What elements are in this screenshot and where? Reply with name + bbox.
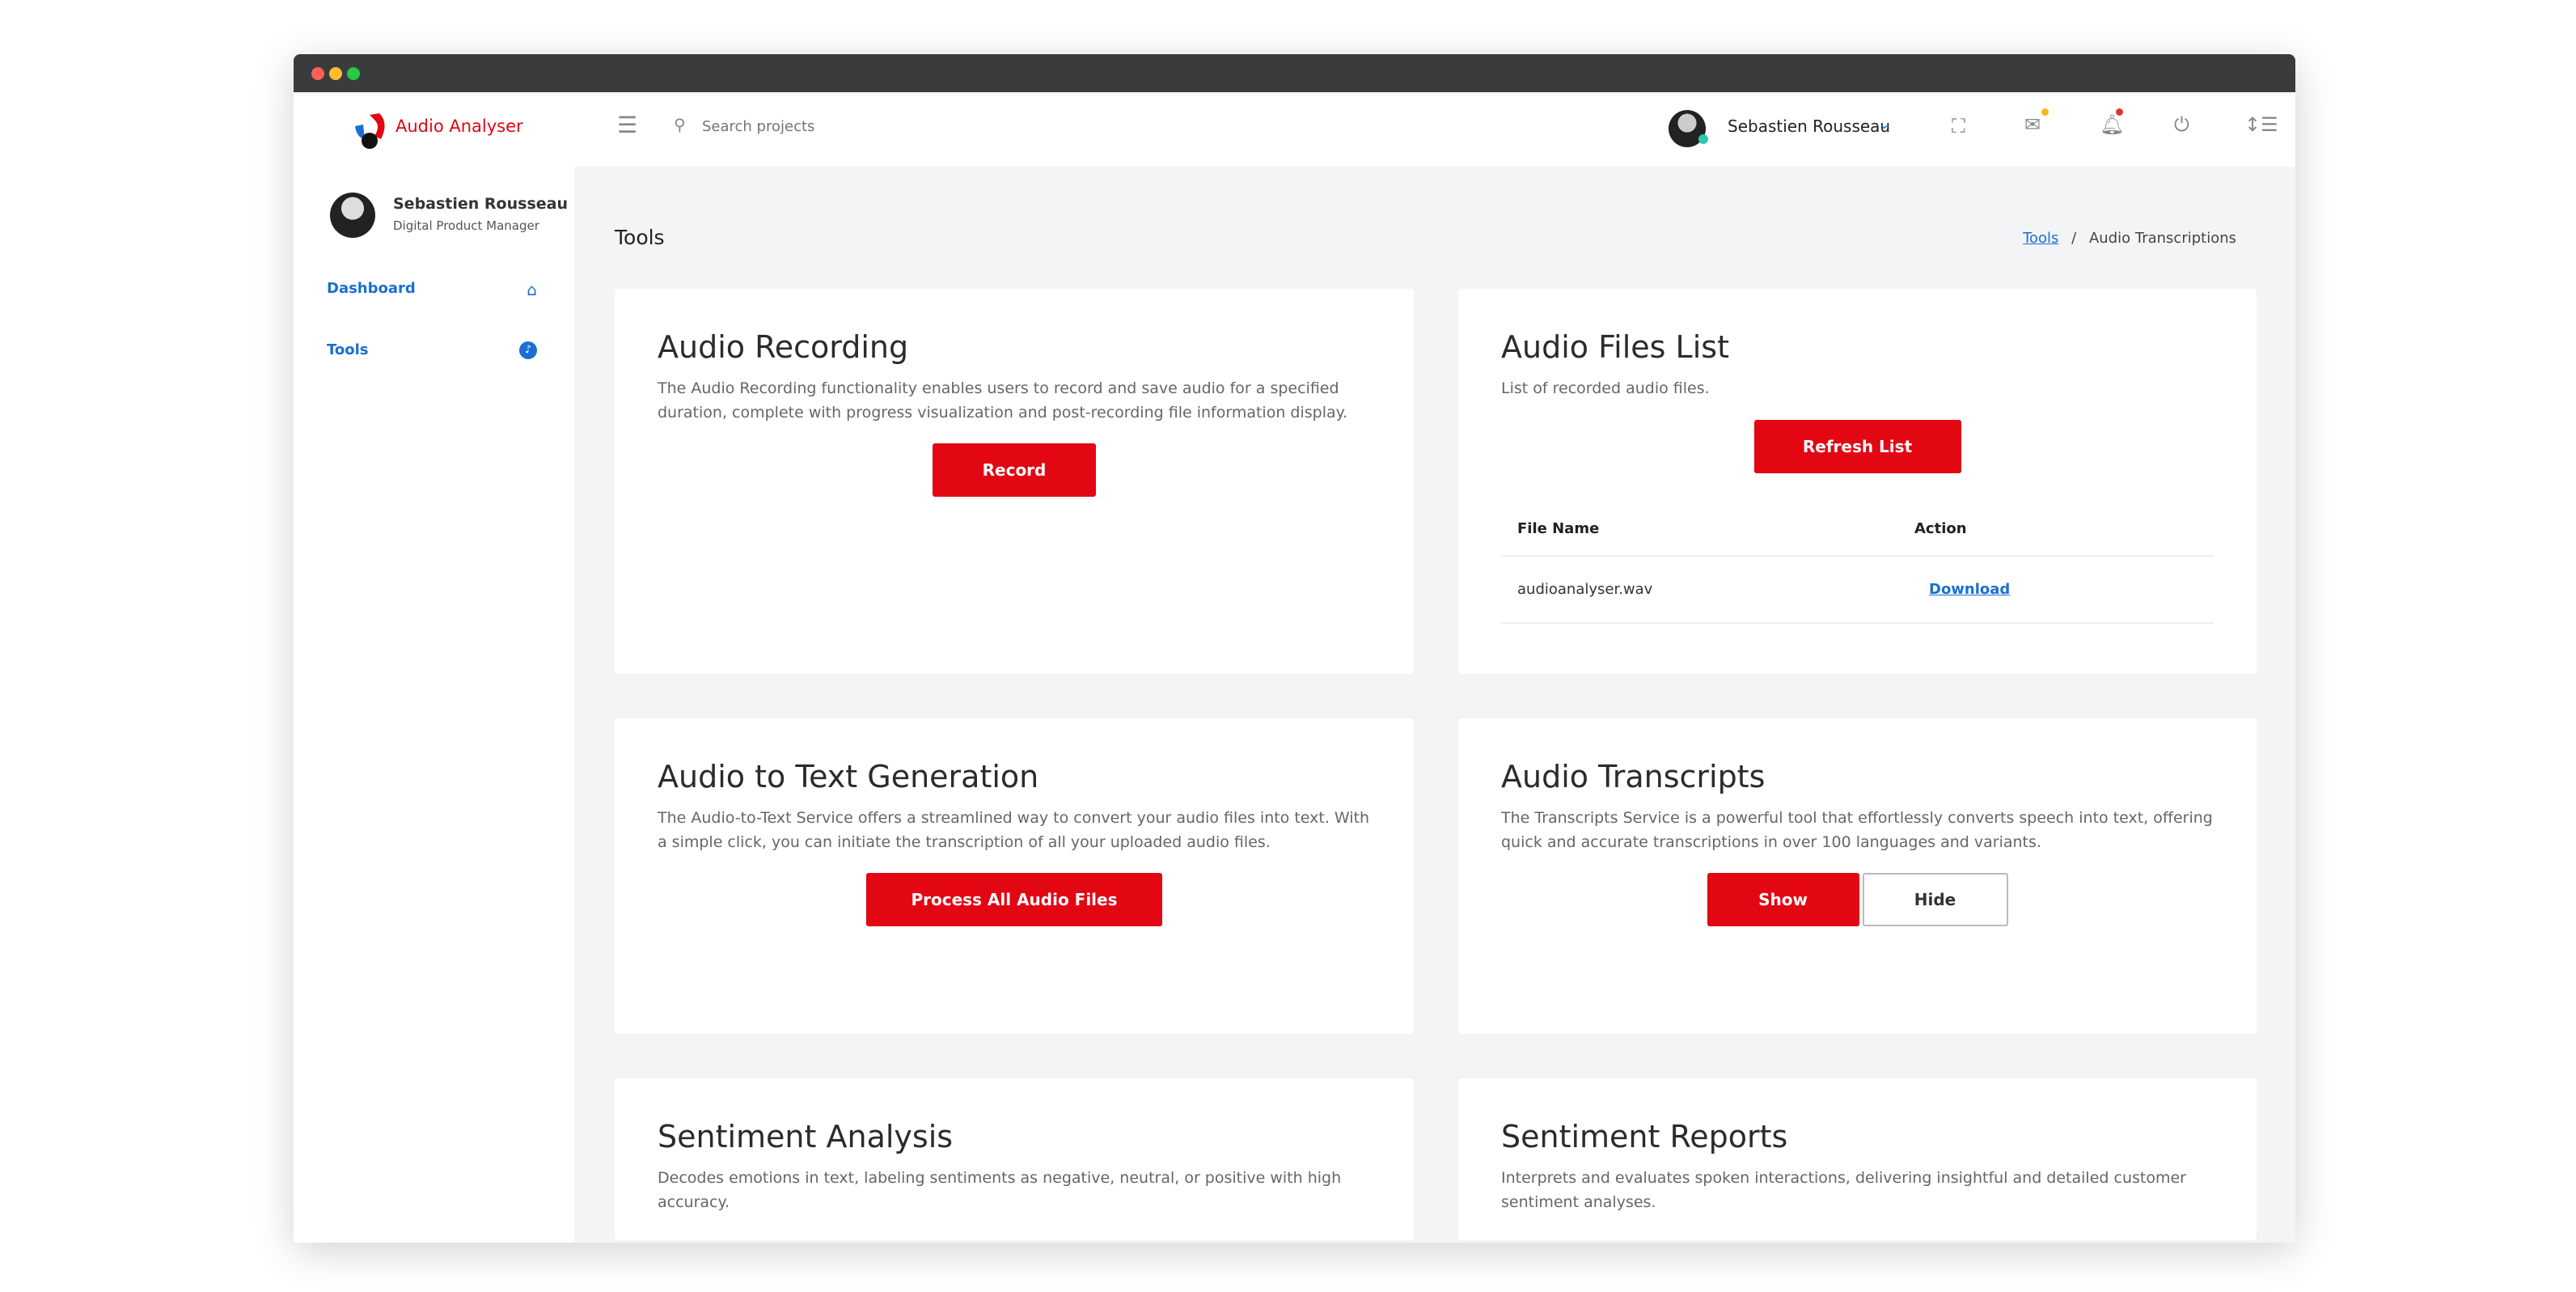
- online-status-dot: [1698, 134, 1708, 144]
- sidebar-user-name: Sebastien Rousseau: [393, 195, 568, 213]
- home-icon: ⌂: [527, 280, 537, 299]
- header-user-name[interactable]: Sebastien Rousseau: [1728, 116, 1890, 136]
- hide-transcripts-button[interactable]: Hide: [1862, 873, 2008, 926]
- sidebar-item-tools[interactable]: Tools ♪: [327, 341, 537, 374]
- download-link[interactable]: Download: [1929, 581, 2010, 598]
- chevron-down-icon[interactable]: ⌄: [1879, 116, 1889, 132]
- mail-badge: [2041, 108, 2049, 116]
- sidebar-user-role: Digital Product Manager: [393, 218, 539, 233]
- search-input[interactable]: [702, 110, 945, 142]
- breadcrumb-current: Audio Transcriptions: [2088, 230, 2236, 247]
- refresh-list-button[interactable]: Refresh List: [1753, 420, 1961, 473]
- breadcrumb: Tools / Audio Transcriptions: [2023, 230, 2236, 247]
- top-header: Audio Analyser ☰ ⚲ Sebastien Rousseau ⌄ …: [294, 92, 2295, 167]
- table-row: audioanalyser.wav Download: [1501, 556, 2214, 624]
- card-title: Sentiment Analysis: [658, 1119, 954, 1154]
- breadcrumb-separator: /: [2071, 230, 2077, 247]
- sort-list-icon[interactable]: ↕☰: [2244, 113, 2278, 136]
- record-button[interactable]: Record: [933, 443, 1096, 497]
- notification-badge: [2116, 108, 2123, 116]
- card-title: Audio Transcripts: [1501, 759, 1766, 794]
- sidebar-item-dashboard[interactable]: Dashboard ⌂: [327, 280, 537, 312]
- close-window-button[interactable]: [311, 67, 324, 80]
- audio-files-table: File Name Action audioanalyser.wav Downloa…: [1501, 504, 2214, 624]
- process-all-audio-files-button[interactable]: Process All Audio Files: [866, 873, 1162, 926]
- audio-transcripts-card: Audio Transcripts The Transcripts Servic…: [1458, 718, 2257, 1034]
- card-description: The Transcripts Service is a powerful to…: [1501, 809, 2213, 851]
- card-title: Sentiment Reports: [1501, 1119, 1788, 1154]
- file-name-cell: audioanalyser.wav: [1501, 556, 1898, 624]
- hamburger-menu-icon[interactable]: ☰: [617, 112, 637, 138]
- sentiment-reports-card: Sentiment Reports Interprets and evaluat…: [1458, 1078, 2257, 1240]
- bell-icon[interactable]: 🔔︎: [2100, 113, 2124, 136]
- minimize-window-button[interactable]: [329, 67, 342, 80]
- sidebar-avatar: [330, 193, 375, 238]
- card-title: Audio Recording: [658, 329, 909, 365]
- sidebar-item-label: Dashboard: [327, 280, 416, 297]
- card-description: Decodes emotions in text, labeling senti…: [658, 1169, 1342, 1211]
- app-name[interactable]: Audio Analyser: [395, 116, 523, 136]
- sidebar: Sebastien Rousseau Digital Product Manag…: [294, 167, 574, 1243]
- breadcrumb-link-tools[interactable]: Tools: [2023, 230, 2058, 247]
- sentiment-analysis-card: Sentiment Analysis Decodes emotions in t…: [615, 1078, 1414, 1240]
- audio-to-text-card: Audio to Text Generation The Audio-to-Te…: [615, 718, 1414, 1034]
- column-header-action: Action: [1898, 504, 2214, 557]
- column-header-file-name: File Name: [1501, 504, 1898, 557]
- card-description: Interprets and evaluates spoken interact…: [1501, 1169, 2186, 1211]
- card-title: Audio to Text Generation: [658, 759, 1039, 794]
- card-description: The Audio Recording functionality enable…: [658, 379, 1348, 421]
- search-icon: ⚲: [674, 115, 686, 134]
- card-description: The Audio-to-Text Service offers a strea…: [658, 809, 1370, 851]
- fullscreen-icon[interactable]: ⛶: [1952, 115, 1965, 138]
- main-content: Tools Tools / Audio Transcriptions Audio…: [574, 167, 2295, 1243]
- mail-icon[interactable]: ✉: [2024, 113, 2041, 136]
- sidebar-item-label: Tools: [327, 341, 369, 358]
- browser-window: Audio Analyser ☰ ⚲ Sebastien Rousseau ⌄ …: [294, 54, 2295, 1243]
- show-transcripts-button[interactable]: Show: [1707, 873, 1859, 926]
- power-icon[interactable]: ⏻: [2174, 113, 2189, 136]
- page-title: Tools: [615, 226, 665, 249]
- maximize-window-button[interactable]: [347, 67, 360, 80]
- audio-files-card: Audio Files List List of recorded audio …: [1458, 289, 2257, 674]
- card-description: List of recorded audio files.: [1501, 379, 1710, 397]
- audio-recording-card: Audio Recording The Audio Recording func…: [615, 289, 1414, 674]
- music-note-icon: ♪: [519, 341, 537, 359]
- title-bar: [294, 54, 2295, 92]
- logo-icon: [352, 112, 389, 149]
- card-title: Audio Files List: [1501, 329, 1729, 365]
